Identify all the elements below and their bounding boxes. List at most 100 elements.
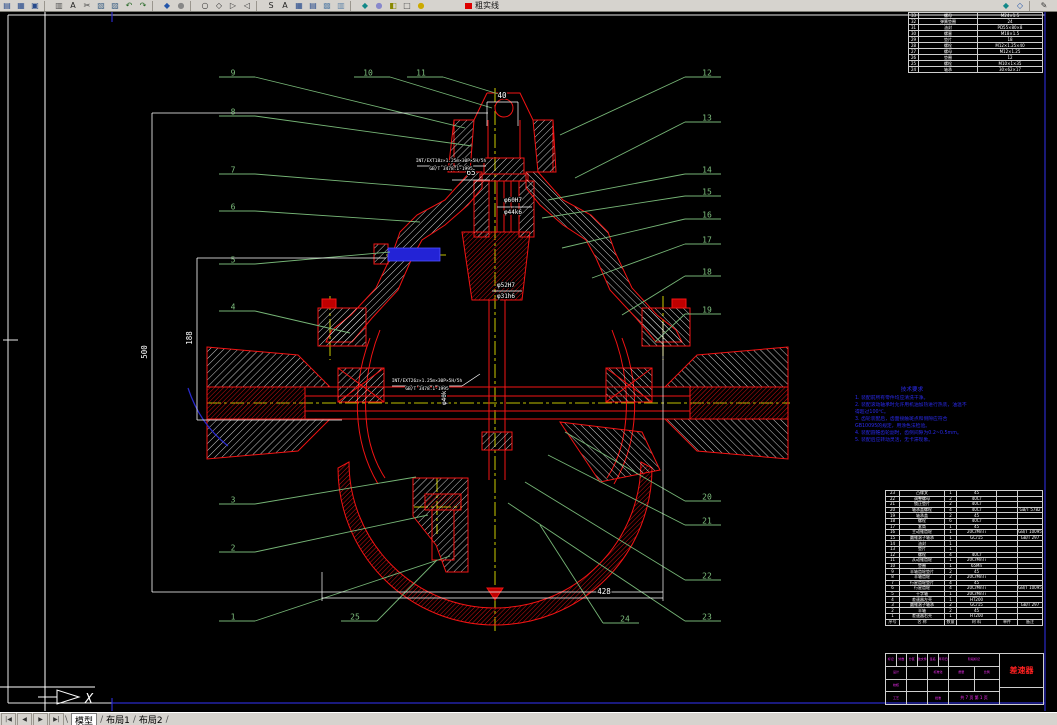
spline-spec-line2: GB/T 3478.1-1995 [429, 166, 473, 172]
toolbar-icon[interactable]: ▣ [28, 1, 42, 11]
toolbar-icon[interactable]: ● [372, 1, 386, 11]
size-label: φ52H7 [497, 282, 515, 289]
toolbar-icon[interactable]: ◧ [386, 1, 400, 11]
standard-part-row: 24 轴承 30×62×17 [908, 66, 1043, 73]
layer-color-swatch [465, 3, 472, 9]
toolbar-icon[interactable]: A [278, 1, 292, 11]
toolbar-icon[interactable]: ▤ [0, 1, 14, 11]
toolbar-icon[interactable]: ● [414, 1, 428, 11]
balloon-number: 19 [702, 306, 712, 315]
cad-application-window: ▤ ▦ ▣ ▥ A ✂ ▧ ▨ ↶ ↷ ◆ ● ○ ◇ ▷ ◁ S A ▦ ▤ ▩ ▥ ◆ ● ◧ □ ● 粗实线 ◆ ◇ ✎ [0, 0, 1057, 725]
title-block-cell [928, 680, 948, 692]
toolbar-icon[interactable]: ○ [198, 1, 212, 11]
tech-note-line: 3. 齿轮装配后，齿面接触斑点和侧隙应符合GB10095的规定，用涂色法检验。 [855, 416, 948, 429]
balloon-number: 3 [231, 496, 236, 505]
balloon-number: 24 [620, 615, 630, 624]
title-block-cell: 校核 [886, 679, 907, 692]
balloon-number: 15 [702, 188, 712, 197]
tab-layout1[interactable]: 布局1 [106, 713, 130, 725]
title-block-cell: 处数 [897, 654, 907, 666]
title-block-cell: 批准 [934, 695, 941, 700]
toolbar-icon[interactable]: ◆ [358, 1, 372, 11]
toolbar-icon[interactable]: S [264, 1, 278, 11]
balloon-number: 6 [231, 203, 236, 212]
title-block-cell: 工艺 [886, 692, 907, 704]
balloon-number: 12 [702, 69, 712, 78]
toolbar-icon[interactable]: ▥ [334, 1, 348, 11]
tab-nav-first[interactable]: |◀ [1, 713, 16, 725]
crosshair-cursor[interactable] [0, 12, 95, 711]
scale-label: 比例 [983, 670, 990, 675]
title-block-cell: 分区 [907, 654, 918, 666]
spline-spec-line1: INT/EXT18z×1.25m×30P×5H/5h [416, 158, 487, 164]
tab-layout2[interactable]: 布局2 [139, 713, 163, 725]
toolbar-icon[interactable]: ◁ [240, 1, 254, 11]
layer-combo[interactable]: 粗实线 [464, 1, 499, 11]
toolbar-icon[interactable]: ▦ [14, 1, 28, 11]
toolbar-icon[interactable]: ↷ [136, 1, 150, 11]
spline-spec-line1: INT/EXT26z×1.25m×30P×5H/5h [392, 378, 463, 384]
bom-header-row: 序号名 称数量材 料单件 备注 [885, 618, 1043, 626]
ucs-icon: X [38, 689, 94, 707]
balloon-number: 2 [231, 544, 236, 553]
bom-table: 23 凸缘叉 1 45 22 调整螺母 2 40Cr 21 锁止垫片 2 40Cr 20 轴承盖螺栓 4 40… [885, 490, 1043, 626]
sheet-info: 共 7 页 第 1 页 [960, 695, 988, 701]
toolbar-icon[interactable]: ▨ [108, 1, 122, 11]
balloon-number: 11 [416, 69, 426, 78]
mass-label: 质量 [949, 666, 975, 679]
status-bar: |◀ ◀ ▶ ▶| \ 模型 / 布局1 / 布局2 / [0, 712, 1057, 725]
tab-nav-prev[interactable]: ◀ [17, 713, 32, 725]
toolbar-right-icons: ◆ ◇ ✎ [999, 1, 1051, 11]
balloon-number: 4 [231, 303, 236, 312]
title-block-cell [907, 692, 928, 704]
balloon-number: 21 [702, 517, 712, 526]
dimension-text: 428 [597, 587, 611, 596]
toolbar-icon[interactable]: ✂ [80, 1, 94, 11]
size-label: φ31h6 [497, 293, 515, 300]
balloon-number: 17 [702, 236, 712, 245]
tab-nav-last[interactable]: ▶| [49, 713, 64, 725]
balloon-number: 9 [231, 69, 236, 78]
tab-nav-next[interactable]: ▶ [33, 713, 48, 725]
toolbar-icon[interactable]: ✎ [1037, 1, 1051, 11]
toolbar-icon[interactable]: ◆ [160, 1, 174, 11]
toolbar-icon[interactable]: ▩ [320, 1, 334, 11]
title-block-cell [907, 679, 928, 692]
title-block-cell: 签名 [928, 654, 939, 666]
balloon-number: 5 [231, 256, 236, 265]
dimension-text: 40 [497, 91, 507, 100]
toolbar-icon[interactable]: ▤ [306, 1, 320, 11]
balloon-number: 14 [702, 166, 712, 175]
toolbar-icon[interactable]: ◇ [212, 1, 226, 11]
toolbar-icon[interactable]: ▥ [52, 1, 66, 11]
balloon-number: 1 [231, 613, 236, 622]
balloon-number: 13 [702, 114, 712, 123]
tab-model[interactable]: 模型 [71, 712, 98, 725]
toolbar-icon[interactable]: ◆ [999, 1, 1013, 11]
title-block-cell: 标准化 [933, 670, 943, 675]
toolbar-icon[interactable]: ▷ [226, 1, 240, 11]
spline-spec-line2: GB/T 3478.1-1995 [405, 386, 449, 392]
title-block-cell [907, 666, 928, 679]
notes-title: 技术要求 [900, 387, 924, 393]
toolbar-icon[interactable]: ▦ [292, 1, 306, 11]
toolbar-icon[interactable]: ↶ [122, 1, 136, 11]
size-label: φ44k6 [504, 209, 522, 216]
title-block: 标记处数分区更改文件号签名年月日 设计 标准化 校核 工艺 批准 阶段标记 质量 比… [885, 653, 1044, 705]
ucs-x-label: X [84, 692, 94, 707]
toolbar-icon[interactable]: □ [400, 1, 414, 11]
balloon-number: 8 [231, 108, 236, 117]
toolbar-icon[interactable]: ▧ [94, 1, 108, 11]
balloon-number: 25 [350, 613, 360, 622]
toolbar-icon[interactable]: ◇ [1013, 1, 1027, 11]
title-block-stage-area: 阶段标记 质量 比例 共 7 页 第 1 页 [949, 654, 1000, 704]
toolbar-icon[interactable]: A [66, 1, 80, 11]
layer-name-label: 粗实线 [475, 1, 499, 10]
technical-notes: 技术要求 1. 装配前所有零件均应清洗干净。 2. 装配滚动轴承时允许用机油加热进… [855, 386, 969, 445]
size-label: φ60H7 [504, 197, 522, 204]
title-block-revision-area: 标记处数分区更改文件号签名年月日 设计 标准化 校核 工艺 批准 [886, 654, 949, 704]
balloon-number: 7 [231, 166, 236, 175]
toolbar-icon[interactable]: ● [174, 1, 188, 11]
title-block-cell: 标记 [886, 654, 897, 666]
assembly-geometry [206, 92, 789, 626]
